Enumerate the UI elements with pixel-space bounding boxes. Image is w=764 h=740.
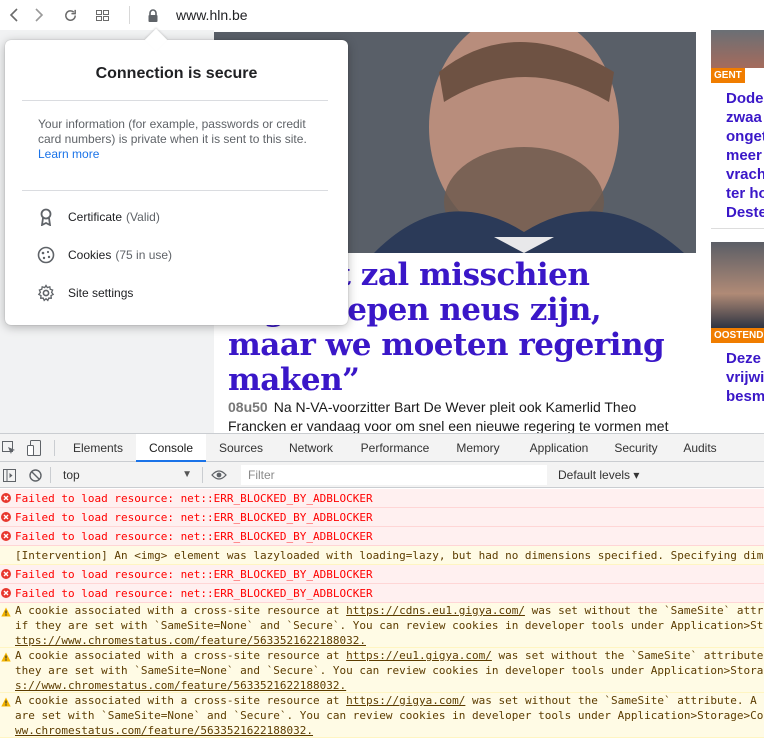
- devtools-panel: Elements Console Sources Network Perform…: [0, 433, 764, 740]
- forward-icon[interactable]: [28, 4, 50, 26]
- tab-console[interactable]: Console: [136, 434, 206, 462]
- console-link[interactable]: ww.chromestatus.com/feature/563352162218…: [15, 724, 313, 737]
- error-icon: [1, 492, 11, 503]
- tab-sources[interactable]: Sources: [210, 434, 272, 462]
- error-icon: [1, 511, 11, 522]
- lock-icon[interactable]: [142, 4, 164, 26]
- tab-audits[interactable]: Audits: [675, 434, 725, 462]
- learn-more-link[interactable]: Learn more: [38, 147, 99, 161]
- console-error-message[interactable]: Failed to load resource: net::ERR_BLOCKE…: [0, 565, 764, 584]
- message-text: Failed to load resource: net::ERR_BLOCKE…: [15, 492, 373, 505]
- connection-info-popup: Connection is secure Your information (f…: [5, 28, 348, 325]
- error-icon: [1, 568, 11, 579]
- console-link[interactable]: https://cdns.eu1.gigya.com/: [346, 604, 525, 617]
- console-error-message[interactable]: Failed to load resource: net::ERR_BLOCKE…: [0, 584, 764, 603]
- lead-text: Na N-VA-voorzitter Bart De Wever pleit o…: [273, 399, 637, 415]
- tab-divider: [54, 440, 55, 456]
- console-link[interactable]: s://www.chromestatus.com/feature/5633521…: [15, 679, 346, 692]
- tab-network[interactable]: Network: [280, 434, 342, 462]
- sidebar-story-title[interactable]: Dode zwaa onget meer vrach ter ho Deste: [726, 89, 764, 222]
- tab-memory[interactable]: Memory: [447, 434, 509, 462]
- console-link[interactable]: https://gigya.com/: [346, 694, 465, 707]
- eye-icon[interactable]: [210, 466, 228, 484]
- sidebar-thumb[interactable]: [711, 30, 764, 68]
- error-icon: [1, 530, 11, 541]
- console-error-message[interactable]: Failed to load resource: net::ERR_BLOCKE…: [0, 489, 764, 508]
- certificate-icon: [35, 206, 57, 228]
- sidebar-tag: OOSTENDE: [711, 328, 764, 343]
- console-filter-input[interactable]: [241, 465, 547, 485]
- console-warning-message[interactable]: A cookie associated with a cross-site re…: [0, 693, 764, 738]
- console-filter-bar: top ▼ Default levels ▾: [0, 462, 764, 488]
- console-messages: Failed to load resource: net::ERR_BLOCKE…: [0, 489, 764, 740]
- sidebar-divider: [711, 228, 764, 229]
- sidebar-tag: GENT: [711, 68, 745, 83]
- browser-toolbar: www.hln.be: [0, 0, 764, 30]
- console-error-message[interactable]: Failed to load resource: net::ERR_BLOCKE…: [0, 527, 764, 546]
- console-link[interactable]: ttps://www.chromestatus.com/feature/5633…: [15, 634, 366, 647]
- error-icon: [1, 587, 11, 598]
- sidebar-thumb[interactable]: [711, 242, 764, 328]
- message-text: Failed to load resource: net::ERR_BLOCKE…: [15, 568, 373, 581]
- devtools-tab-bar: Elements Console Sources Network Perform…: [0, 434, 764, 462]
- device-toolbar-icon[interactable]: [25, 439, 43, 457]
- lead-text: Francken er vandaag voor om snel een nie…: [228, 418, 669, 433]
- reload-icon[interactable]: [59, 4, 81, 26]
- message-text: Failed to load resource: net::ERR_BLOCKE…: [15, 530, 373, 543]
- console-link[interactable]: https://eu1.gigya.com/: [346, 649, 492, 662]
- message-text: Failed to load resource: net::ERR_BLOCKE…: [15, 511, 373, 524]
- tab-performance[interactable]: Performance: [352, 434, 438, 462]
- message-text: Failed to load resource: net::ERR_BLOCKE…: [15, 587, 373, 600]
- site-settings-row[interactable]: Site settings: [35, 281, 133, 305]
- tab-elements[interactable]: Elements: [64, 434, 132, 462]
- apps-icon[interactable]: [91, 4, 113, 26]
- certificate-row[interactable]: Certificate (Valid): [35, 205, 160, 229]
- gear-icon: [35, 282, 57, 304]
- article-lead: 08u50 Na N-VA-voorzitter Bart De Wever pl…: [228, 398, 684, 433]
- filter-divider: [50, 467, 51, 483]
- sidebar-story-title[interactable]: Deze vrijwi besm: [726, 349, 764, 406]
- console-info-message[interactable]: [Intervention] An <img> element was lazy…: [0, 546, 764, 565]
- tab-application[interactable]: Application: [518, 434, 600, 462]
- popup-divider: [22, 100, 328, 101]
- toolbar-divider: [129, 6, 130, 24]
- console-warning-message[interactable]: A cookie associated with a cross-site re…: [0, 603, 764, 648]
- console-error-message[interactable]: Failed to load resource: net::ERR_BLOCKE…: [0, 508, 764, 527]
- sidebar-toggle-icon[interactable]: [0, 466, 18, 484]
- address-bar-url[interactable]: www.hln.be: [176, 7, 248, 23]
- warning-icon: [1, 651, 11, 662]
- log-levels-dropdown[interactable]: Default levels ▾: [558, 465, 639, 485]
- cookie-icon: [35, 244, 57, 266]
- popup-info-text: Your information (for example, passwords…: [38, 117, 307, 161]
- headline-line: maar we moeten regering: [228, 327, 665, 363]
- tab-security[interactable]: Security: [605, 434, 667, 462]
- popup-title: Connection is secure: [95, 65, 258, 82]
- article-time: 08u50: [228, 399, 268, 415]
- warning-icon: [1, 606, 11, 617]
- caret-down-icon: ▼: [182, 469, 192, 480]
- console-warning-message[interactable]: A cookie associated with a cross-site re…: [0, 648, 764, 693]
- context-select[interactable]: top ▼: [56, 465, 196, 485]
- cookies-row[interactable]: Cookies (75 in use): [35, 243, 172, 267]
- clear-console-icon[interactable]: [26, 466, 44, 484]
- headline-line: maken”: [228, 362, 360, 398]
- filter-divider: [202, 467, 203, 483]
- popup-divider: [22, 190, 328, 191]
- inspect-element-icon[interactable]: [0, 439, 18, 457]
- message-text: [Intervention] An <img> element was lazy…: [15, 549, 764, 562]
- back-icon[interactable]: [3, 4, 25, 26]
- warning-icon: [1, 696, 11, 707]
